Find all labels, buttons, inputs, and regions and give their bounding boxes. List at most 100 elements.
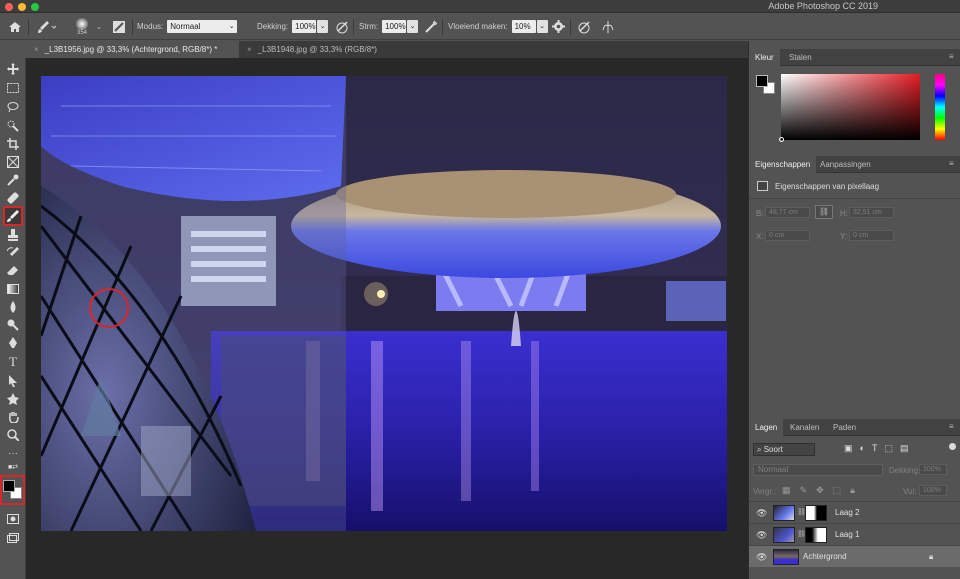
flow-label: Strm: <box>359 22 379 31</box>
frame-tool-icon[interactable] <box>4 153 22 171</box>
options-bar: 354 ⌄ Modus: Normaal ⌄ Dekking: 100% ⌄ S… <box>0 13 960 40</box>
smoothing-dropdown-chevron-icon[interactable]: ⌄ <box>536 20 548 33</box>
blur-tool-icon[interactable] <box>4 298 22 316</box>
layer-lock-icon[interactable]: 🔒︎ <box>929 552 933 562</box>
hue-slider[interactable] <box>935 74 945 140</box>
filter-adjustment-icon[interactable]: ◐ <box>860 443 865 454</box>
filter-smart-object-icon[interactable]: ▤ <box>900 443 909 454</box>
panel-menu-icon[interactable]: ≡ <box>949 53 957 61</box>
lock-transparent-icon[interactable]: ▦ <box>782 485 791 496</box>
gradient-tool-icon[interactable] <box>4 280 22 298</box>
flow-dropdown-chevron-icon[interactable]: ⌄ <box>407 20 419 33</box>
lock-artboard-icon[interactable]: ⬚ <box>833 485 842 496</box>
tab-lagen[interactable]: Lagen <box>749 419 784 436</box>
filter-toggle-icon[interactable] <box>949 443 956 450</box>
lock-position-icon[interactable]: ✥ <box>816 485 824 496</box>
x-input[interactable]: 0 cm <box>765 230 810 241</box>
smoothing-input[interactable]: 10% <box>511 20 536 33</box>
lasso-tool-icon[interactable] <box>4 98 22 116</box>
close-tab-icon[interactable]: × <box>34 45 39 54</box>
title-bar: Adobe Photoshop CC 2019 <box>0 0 960 13</box>
brush-picker-chevron-icon[interactable]: ⌄ <box>96 13 102 40</box>
brush-tool-preset-icon[interactable] <box>36 13 56 40</box>
panel-menu-icon[interactable]: ≡ <box>949 160 957 168</box>
properties-panel-header: Eigenschappen Aanpassingen ≡ <box>749 156 960 173</box>
tab-eigenschappen[interactable]: Eigenschappen <box>749 156 817 173</box>
panel-menu-icon[interactable]: ≡ <box>949 423 957 431</box>
history-brush-tool-icon[interactable] <box>4 244 22 262</box>
canvas-area <box>26 58 748 579</box>
layer-row-achtergrond[interactable]: 👁︎ Achtergrond 🔒︎ <box>749 545 960 567</box>
zoom-tool-icon[interactable] <box>4 426 22 444</box>
tab-label: _L3B1956.jpg @ 33,3% (Achtergrond, RGB/8… <box>44 45 218 54</box>
hand-tool-icon[interactable] <box>4 408 22 426</box>
fill-input[interactable]: 100% <box>919 485 947 496</box>
lock-label: Vergr.: <box>753 487 777 496</box>
more-tools-icon[interactable]: ··· <box>4 444 22 462</box>
document-canvas[interactable] <box>41 76 727 531</box>
crop-tool-icon[interactable] <box>4 135 22 153</box>
clone-stamp-tool-icon[interactable] <box>4 226 22 244</box>
layer-mask-thumbnail <box>805 527 827 543</box>
layer-filter-select[interactable]: ⌕ Soort <box>753 443 815 456</box>
color-field[interactable] <box>779 74 920 142</box>
move-tool-icon[interactable] <box>4 60 22 78</box>
healing-brush-tool-icon[interactable] <box>4 189 22 207</box>
eraser-tool-icon[interactable] <box>4 262 22 280</box>
symmetry-icon[interactable] <box>601 13 615 40</box>
width-input[interactable]: 48,77 cm <box>765 207 810 218</box>
screen-mode-icon[interactable] <box>4 529 22 547</box>
lock-all-icon[interactable]: 🔒︎ <box>850 485 855 496</box>
filter-shape-icon[interactable]: ⬚ <box>884 443 893 454</box>
link-dimensions-icon[interactable]: ⛓ <box>815 205 833 219</box>
flow-input[interactable]: 100% <box>382 20 407 33</box>
home-icon[interactable] <box>8 13 22 40</box>
layer-name: Achtergrond <box>803 552 847 561</box>
dodge-tool-icon[interactable] <box>4 316 22 334</box>
brush-tip-icon <box>76 17 88 30</box>
tab-document-2[interactable]: × _L3B1948.jpg @ 33,3% (RGB/8*) <box>239 41 409 58</box>
tab-kleur[interactable]: Kleur <box>749 49 780 66</box>
quick-selection-tool-icon[interactable] <box>4 117 22 135</box>
tab-kanalen[interactable]: Kanalen <box>784 419 825 436</box>
eyedropper-tool-icon[interactable] <box>4 171 22 189</box>
mode-dropdown-chevron-icon[interactable]: ⌄ <box>226 20 237 33</box>
foreground-color-swatch[interactable] <box>3 480 15 492</box>
filter-type-icon[interactable]: T <box>872 443 878 454</box>
color-swatches[interactable] <box>0 475 25 505</box>
opacity-dropdown-chevron-icon[interactable]: ⌄ <box>317 20 329 33</box>
marquee-tool-icon[interactable] <box>4 79 22 97</box>
tab-document-1[interactable]: × _L3B1956.jpg @ 33,3% (Achtergrond, RGB/… <box>26 41 239 58</box>
airbrush-icon[interactable] <box>424 13 438 40</box>
pressure-size-icon[interactable] <box>577 13 591 40</box>
default-colors-icon[interactable]: ■⇄ <box>4 462 22 472</box>
visibility-eye-icon[interactable]: 👁︎ <box>756 552 767 563</box>
custom-shape-tool-icon[interactable] <box>4 390 22 408</box>
tab-paden[interactable]: Paden <box>827 419 862 436</box>
filter-pixel-icon[interactable]: ▣ <box>844 443 853 454</box>
close-tab-icon[interactable]: × <box>247 45 252 54</box>
layers-opacity-input[interactable]: 100% <box>919 464 947 475</box>
tab-stalen[interactable]: Stalen <box>783 49 818 66</box>
lock-image-icon[interactable]: ✎ <box>800 485 808 496</box>
tab-label: _L3B1948.jpg @ 33,3% (RGB/8*) <box>257 45 377 54</box>
tab-aanpassingen[interactable]: Aanpassingen <box>814 156 877 173</box>
layer-row-laag-1[interactable]: 👁︎ ⛓ Laag 1 <box>749 523 960 545</box>
brush-tool-icon[interactable] <box>3 206 23 226</box>
brush-settings-panel-icon[interactable] <box>112 13 126 40</box>
smoothing-options-gear-icon[interactable] <box>552 13 565 40</box>
y-input[interactable]: 0 cm <box>849 230 894 241</box>
height-input[interactable]: 32,51 cm <box>849 207 894 218</box>
pen-tool-icon[interactable] <box>4 334 22 352</box>
brush-size-picker[interactable]: 354 <box>76 13 88 40</box>
visibility-eye-icon[interactable]: 👁︎ <box>756 530 767 541</box>
quick-mask-icon[interactable] <box>4 510 22 528</box>
blend-mode-select[interactable]: Normaal <box>753 464 883 476</box>
path-selection-tool-icon[interactable] <box>4 372 22 390</box>
y-label: Y: <box>840 232 848 241</box>
opacity-input[interactable]: 100% <box>292 20 317 33</box>
type-tool-icon[interactable]: T <box>4 353 22 371</box>
layer-row-laag-2[interactable]: 👁︎ ⛓ Laag 2 <box>749 501 960 523</box>
visibility-eye-icon[interactable]: 👁︎ <box>756 508 767 519</box>
pressure-opacity-icon[interactable] <box>335 13 349 40</box>
